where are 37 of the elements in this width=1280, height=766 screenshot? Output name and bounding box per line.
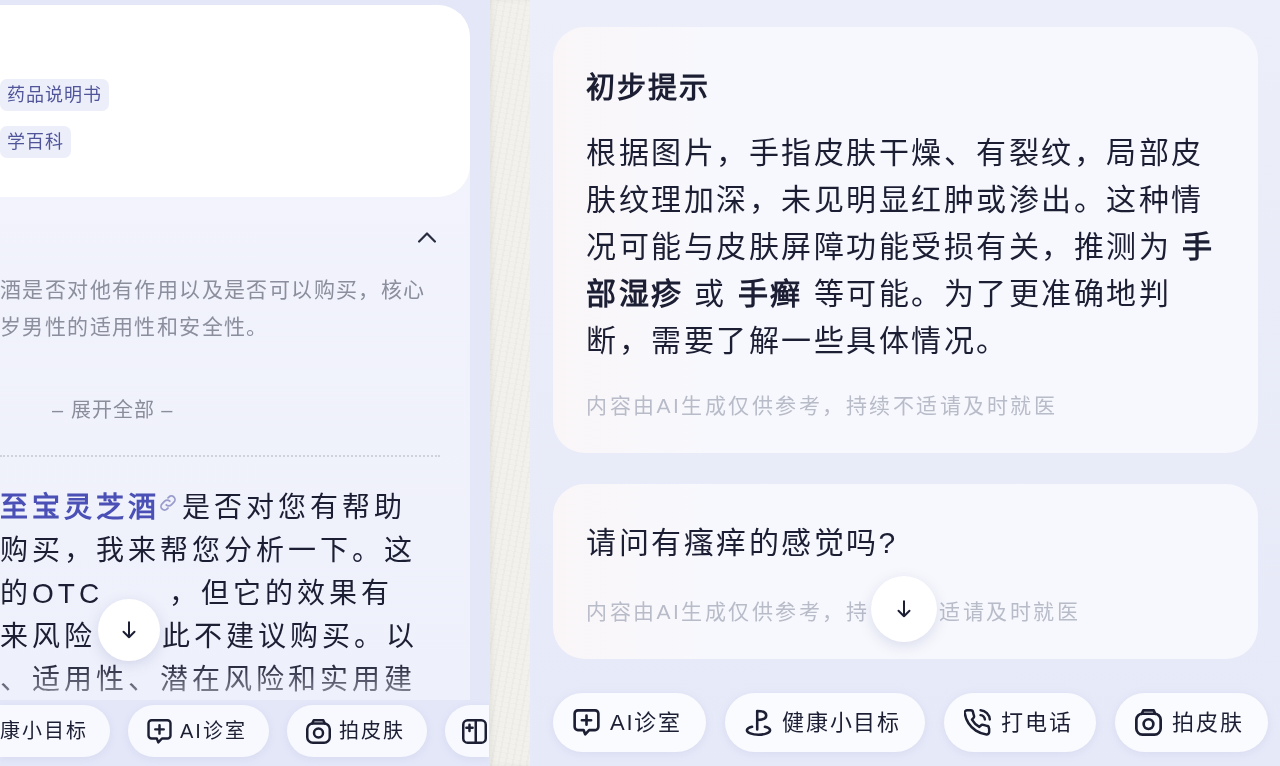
arrow-down-icon: [897, 600, 912, 618]
answer-text: 是否对您有帮助: [182, 491, 406, 525]
scroll-down-button[interactable]: [98, 599, 160, 661]
message-text: 根据图片，手指皮肤干燥、有裂纹，局部皮肤纹理加深，未见明显红肿或渗出。这种情况可能与皮肤屏障功能受损有关，推测为 手部湿疹 或 手癣 等可能。为了更准确地判断，需要了解一些具体情况。: [586, 135, 1216, 359]
quick-action-button[interactable]: 拍皮肤: [1115, 693, 1268, 752]
chat-plus-icon: [573, 709, 600, 736]
quick-action-button[interactable]: AI诊室: [128, 705, 269, 757]
message-text: 请问有瘙痒的感觉吗?: [586, 525, 899, 561]
drug-link[interactable]: 至宝灵芝酒: [0, 486, 160, 529]
answer-text: 的OTC: [0, 577, 104, 611]
answer-text: 此不建议购买。以: [162, 620, 418, 654]
box-plus-icon: [461, 718, 487, 744]
reasoning-text: 岁男性的适用性和安全性。: [0, 314, 270, 340]
link-icon: [160, 494, 176, 511]
quick-action-button[interactable]: 康小目标: [0, 705, 110, 757]
disclaimer-text: 内容由AI生成仅供参考，持: [586, 599, 870, 625]
disclaimer-text: 适请及时就医: [939, 599, 1081, 625]
answer-text: 购买，我来帮您分析一下。这: [0, 534, 416, 568]
flag-icon: [745, 709, 772, 736]
reference-tag[interactable]: 学百科: [0, 126, 71, 158]
answer-text: 来风险: [0, 620, 96, 654]
quick-action-button[interactable]: 打电话: [944, 693, 1097, 752]
quick-action-button[interactable]: 健康小目标: [725, 693, 925, 752]
quick-action-button[interactable]: [444, 705, 489, 757]
quick-action-button[interactable]: 拍皮肤: [286, 705, 427, 757]
reasoning-text: 酒是否对他有作用以及是否可以购买，核心: [0, 277, 427, 303]
message-title: 初步提示: [586, 71, 711, 106]
answer-text: 、适用性、潜在风险和实用建: [0, 663, 416, 697]
camera-icon: [305, 718, 331, 744]
answer-text: ，但它的效果有: [169, 577, 394, 611]
quick-action-button[interactable]: AI诊室: [553, 693, 706, 752]
disclaimer-text: 内容由AI生成仅供参考，持续不适请及时就医: [586, 393, 1058, 419]
chat-plus-icon: [147, 718, 172, 744]
camera-icon: [1135, 709, 1163, 736]
arrow-down-icon: [122, 621, 136, 639]
reference-tag[interactable]: 药品说明书: [0, 79, 109, 111]
phone-icon: [964, 709, 991, 736]
